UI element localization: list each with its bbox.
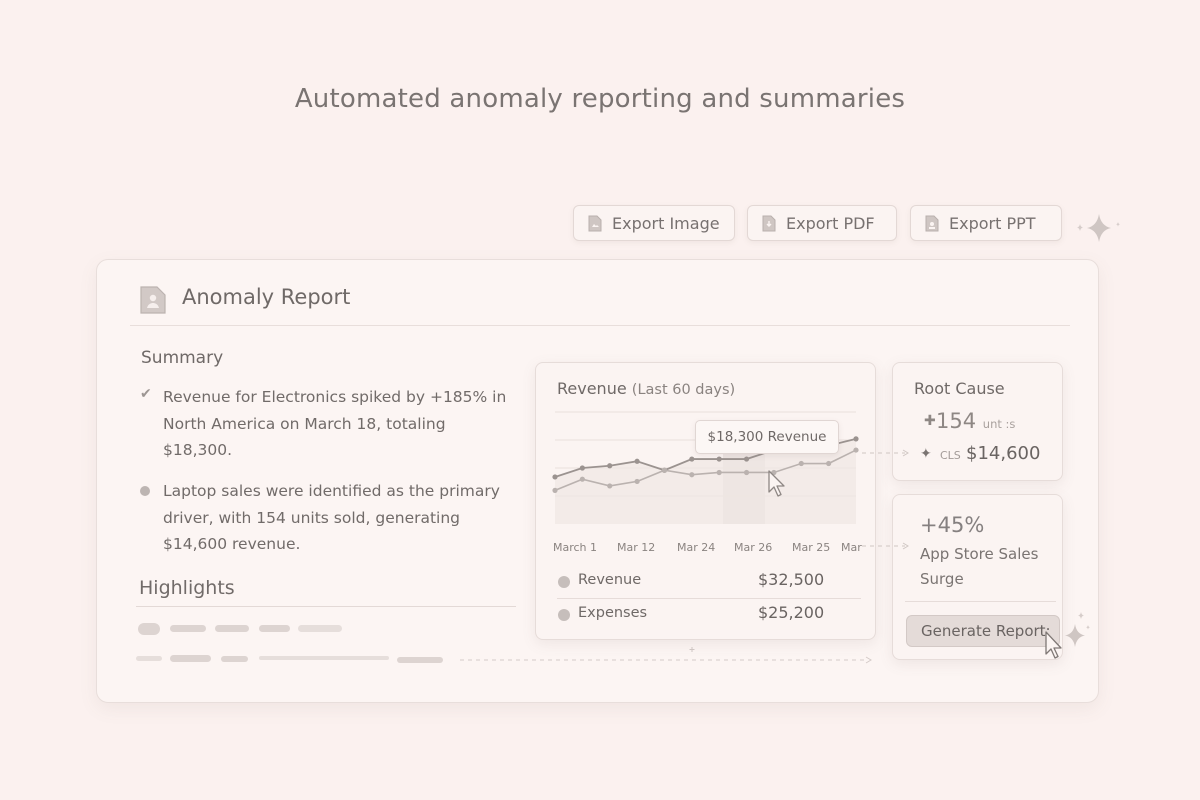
legend-row-expenses: Expenses $25,200 <box>557 603 837 627</box>
root-cause-units: 154 unt :s <box>936 409 1015 433</box>
root-cause-revenue: $14,600 <box>966 443 1041 464</box>
revenue-prefix: CLS <box>940 449 961 462</box>
app-store-percent: +45% <box>920 513 985 537</box>
data-point-revenue <box>853 436 859 442</box>
data-point-revenue <box>552 474 558 480</box>
x-tick-label: March 1 <box>553 541 598 554</box>
data-point-revenue <box>607 463 613 469</box>
x-tick-label: Mar <box>841 541 862 554</box>
data-point-expenses <box>853 447 859 453</box>
data-point-expenses <box>771 469 777 476</box>
units-label: unt :s <box>982 417 1016 431</box>
legend-value: $32,500 <box>758 570 825 589</box>
x-tick-label: Mar 26 <box>734 541 773 554</box>
data-point-expenses <box>798 460 804 467</box>
x-tick-label: Mar 24 <box>677 541 716 554</box>
legend-name: Revenue <box>578 572 642 588</box>
card-divider <box>905 601 1056 602</box>
data-point-expenses <box>661 467 668 473</box>
data-point-expenses <box>552 487 558 493</box>
plus-icon: ✚ <box>924 413 936 429</box>
app-store-label: App Store Sales Surge <box>920 545 1039 588</box>
legend-divider <box>557 598 861 599</box>
legend-name: Expenses <box>578 605 648 621</box>
data-point-revenue <box>634 458 640 464</box>
data-point-expenses <box>579 476 585 482</box>
chart-tooltip: $18,300 Revenue <box>695 420 839 454</box>
legend-row-revenue: Revenue $32,500 <box>557 570 837 594</box>
data-point-expenses <box>716 469 722 476</box>
units-value: 154 <box>936 409 977 433</box>
x-tick-label: Mar 25 <box>792 541 831 554</box>
sparkle-icon: ✦ <box>920 446 932 462</box>
data-point-revenue <box>716 456 722 462</box>
data-point-expenses <box>689 472 695 478</box>
root-cause-title: Root Cause <box>914 379 1005 398</box>
data-point-expenses <box>743 469 750 476</box>
data-point-revenue <box>579 465 585 471</box>
data-point-expenses <box>634 478 640 485</box>
data-point-revenue <box>743 456 750 462</box>
data-point-expenses <box>607 483 613 489</box>
x-tick-label: Mar 12 <box>617 541 656 554</box>
data-point-expenses <box>826 460 832 467</box>
legend-dot-icon <box>558 609 570 621</box>
data-point-revenue <box>689 456 695 462</box>
legend-value: $25,200 <box>758 603 825 622</box>
legend-dot-icon <box>558 576 570 588</box>
generate-report-button[interactable]: Generate Report: <box>906 615 1060 647</box>
